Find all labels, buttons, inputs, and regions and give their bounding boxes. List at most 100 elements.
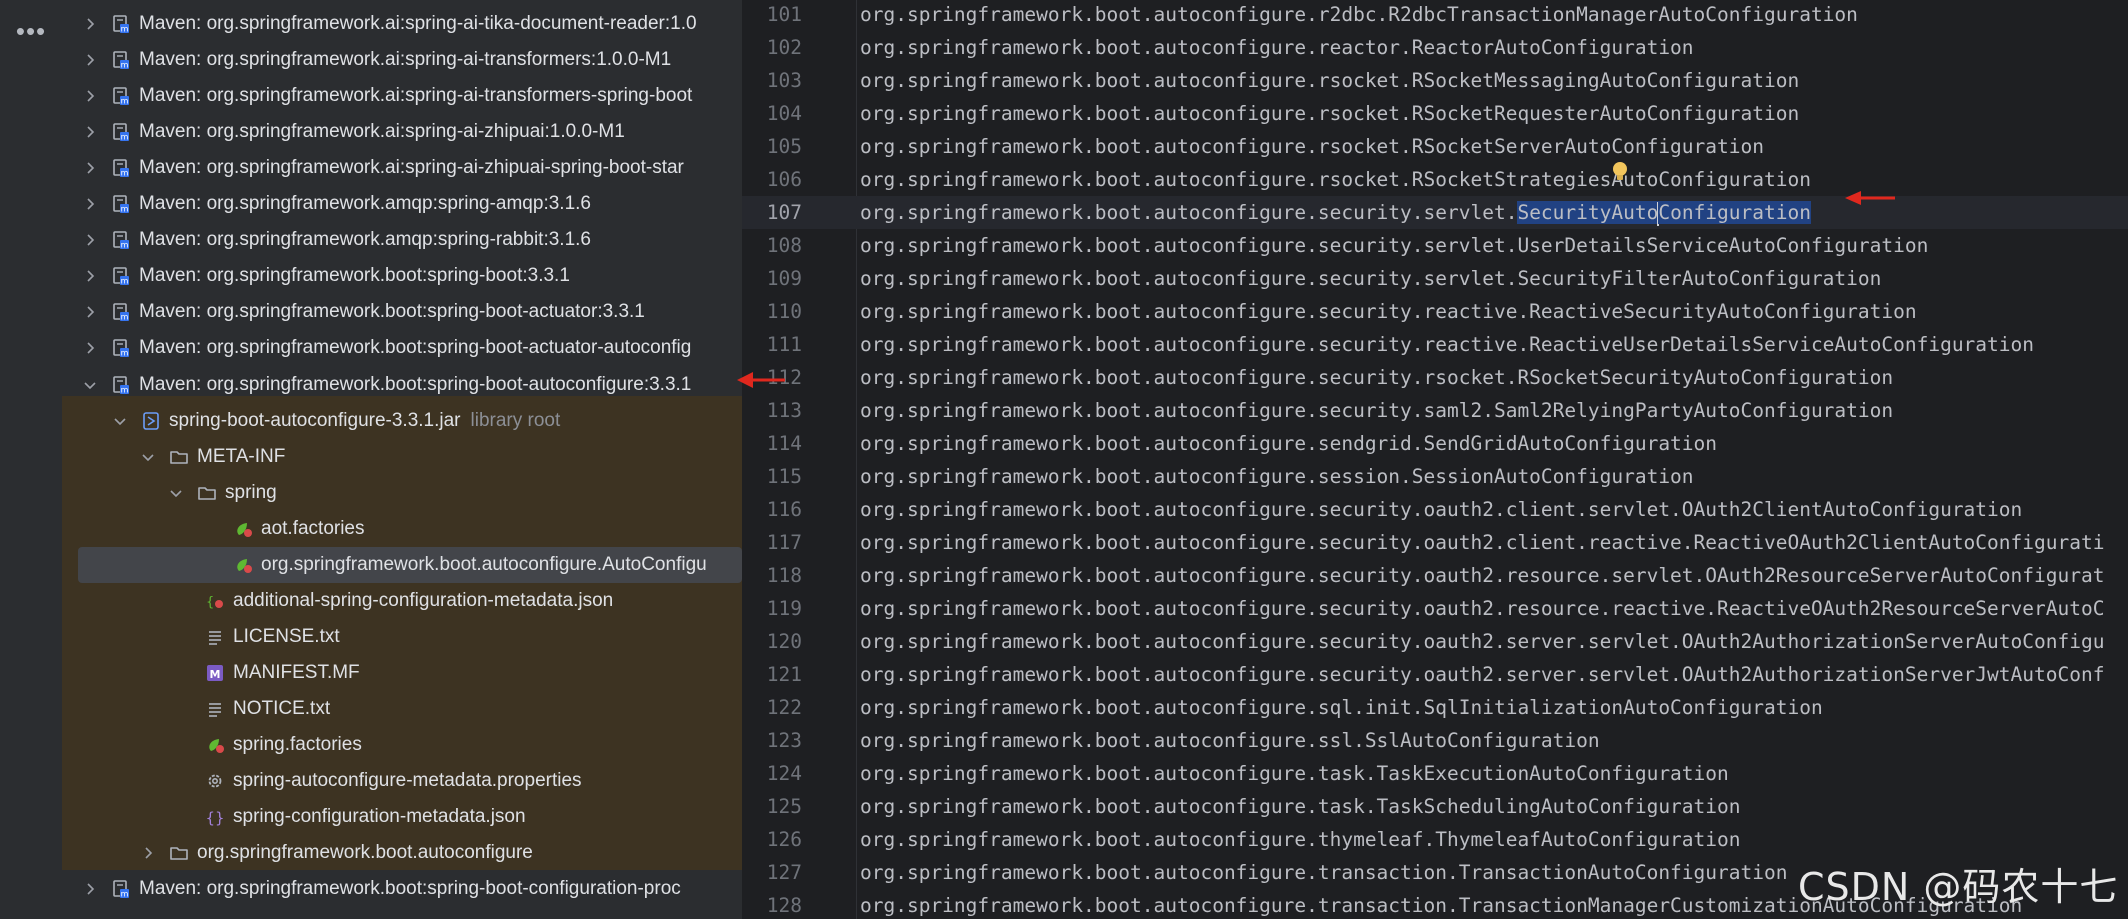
chevron-down-icon[interactable] [168,485,184,501]
library-icon: m [110,878,132,900]
code-line[interactable]: 105 org.springframework.boot.autoconfigur… [742,130,2128,163]
manifest-icon: M [204,662,226,684]
code-text-plain: org.springframework.boot.autoconfigure.t… [860,762,1729,785]
chevron-right-icon[interactable] [82,304,98,320]
code-line[interactable]: 107 org.springframework.boot.autoconfigur… [742,196,2128,229]
tree-row-label: spring [225,481,277,503]
tree-row-label: Maven: org.springframework.boot:spring-b… [139,878,681,900]
code-line[interactable]: 123 org.springframework.boot.autoconfigur… [742,724,2128,757]
json-braces-icon: {} [204,806,226,828]
code-line[interactable]: 104 org.springframework.boot.autoconfigur… [742,97,2128,130]
code-text: org.springframework.boot.autoconfigure.r… [860,0,1858,31]
svg-text:m: m [121,313,129,322]
code-line[interactable]: 110 org.springframework.boot.autoconfigur… [742,295,2128,328]
tree-row[interactable]: aot.factories [62,511,742,547]
code-line[interactable]: 109 org.springframework.boot.autoconfigur… [742,262,2128,295]
line-number: 108 [766,234,802,257]
tree-row[interactable]: {} spring-configuration-metadata.json [62,799,742,835]
library-icon: m [110,121,132,143]
tree-row-label: Maven: org.springframework.boot:spring-b… [139,337,692,359]
tree-row[interactable]: org.springframework.boot.autoconfigure.A… [78,546,742,583]
tree-row-label: spring-boot-autoconfigure-3.3.1.jar [169,409,461,431]
code-text: org.springframework.boot.autoconfigure.r… [860,31,1694,64]
code-line[interactable]: 124 org.springframework.boot.autoconfigur… [742,757,2128,790]
chevron-right-icon[interactable] [82,160,98,176]
chevron-right-icon[interactable] [82,268,98,284]
code-line[interactable]: 119 org.springframework.boot.autoconfigur… [742,592,2128,625]
code-line[interactable]: 126 org.springframework.boot.autoconfigur… [742,823,2128,856]
more-horizontal-icon[interactable]: ••• [14,16,48,46]
tree-row[interactable]: m Maven: org.springframework.amqp:spring-… [62,222,742,258]
code-line[interactable]: 118 org.springframework.boot.autoconfigur… [742,559,2128,592]
tree-row[interactable]: m Maven: org.springframework.boot:spring-… [62,258,742,294]
tree-row-label: Maven: org.springframework.ai:spring-ai-… [139,85,693,107]
chevron-down-icon[interactable] [112,413,128,429]
code-line[interactable]: 125 org.springframework.boot.autoconfigur… [742,790,2128,823]
chevron-right-icon[interactable] [140,845,156,861]
code-text: org.springframework.boot.autoconfigure.t… [860,757,1729,790]
code-line[interactable]: 116 org.springframework.boot.autoconfigur… [742,493,2128,526]
lightbulb-icon[interactable] [1610,160,1630,184]
svg-text:m: m [121,205,129,214]
tree-row[interactable]: spring-boot-autoconfigure-3.3.1.jar libra… [62,403,742,439]
tree-row[interactable]: m Maven: org.springframework.boot:spring-… [62,367,742,403]
library-icon: m [110,157,132,179]
tree-row[interactable]: M MANIFEST.MF [62,655,742,691]
text-file-icon [204,626,226,648]
tree-row[interactable]: m Maven: org.springframework.ai:spring-ai… [62,78,742,114]
code-line[interactable]: 102 org.springframework.boot.autoconfigur… [742,31,2128,64]
chevron-right-icon[interactable] [82,124,98,140]
code-line[interactable]: 115 org.springframework.boot.autoconfigur… [742,460,2128,493]
tree-row[interactable]: spring.factories [62,727,742,763]
tree-row[interactable]: NOTICE.txt [62,691,742,727]
code-line[interactable]: 117 org.springframework.boot.autoconfigur… [742,526,2128,559]
code-line[interactable]: 113 org.springframework.boot.autoconfigur… [742,394,2128,427]
line-number: 124 [766,762,802,785]
code-line[interactable]: 121 org.springframework.boot.autoconfigur… [742,658,2128,691]
svg-text:{}: {} [205,809,224,827]
tree-row[interactable]: {additional-spring-configuration-metadat… [62,583,742,619]
code-line[interactable]: 108 org.springframework.boot.autoconfigur… [742,229,2128,262]
tree-row[interactable]: m Maven: org.springframework.ai:spring-ai… [62,6,742,42]
tree-row[interactable]: m Maven: org.springframework.ai:spring-ai… [62,42,742,78]
code-line[interactable]: 112 org.springframework.boot.autoconfigur… [742,361,2128,394]
code-line[interactable]: 101 org.springframework.boot.autoconfigur… [742,0,2128,31]
code-text: org.springframework.boot.autoconfigure.s… [860,658,2104,691]
code-line[interactable]: 114 org.springframework.boot.autoconfigur… [742,427,2128,460]
line-number: 113 [766,399,802,422]
tree-row[interactable]: m Maven: org.springframework.boot:spring-… [62,871,742,907]
chevron-down-icon[interactable] [140,449,156,465]
chevron-down-icon[interactable] [82,377,98,393]
tree-row[interactable]: LICENSE.txt [62,619,742,655]
tree-row[interactable]: META-INF [62,439,742,475]
chevron-right-icon[interactable] [82,340,98,356]
tree-row-label: org.springframework.boot.autoconfigure.A… [261,553,707,575]
code-line[interactable]: 106 org.springframework.boot.autoconfigur… [742,163,2128,196]
tree-row[interactable]: m Maven: org.springframework.boot:spring-… [62,330,742,366]
chevron-right-icon[interactable] [82,881,98,897]
tree-row[interactable]: m Maven: org.springframework.ai:spring-ai… [62,114,742,150]
tree-row[interactable]: m Maven: org.springframework.ai:spring-ai… [62,150,742,186]
code-text: org.springframework.boot.autoconfigure.r… [860,163,1811,196]
chevron-right-icon[interactable] [82,232,98,248]
tree-row[interactable]: spring [62,475,742,511]
code-line[interactable]: 120 org.springframework.boot.autoconfigur… [742,625,2128,658]
chevron-right-icon[interactable] [82,88,98,104]
svg-text:m: m [121,890,129,899]
code-text-plain: org.springframework.boot.autoconfigure.s… [860,399,1894,422]
code-line[interactable]: 111 org.springframework.boot.autoconfigur… [742,328,2128,361]
chevron-right-icon[interactable] [82,52,98,68]
tree-row[interactable]: m Maven: org.springframework.boot:spring-… [62,294,742,330]
line-number: 118 [766,564,802,587]
tree-row[interactable]: m Maven: org.springframework.amqp:spring-… [62,186,742,222]
tree-row[interactable]: spring-autoconfigure-metadata.properties [62,763,742,799]
code-line[interactable]: 103 org.springframework.boot.autoconfigur… [742,64,2128,97]
code-line[interactable]: 122 org.springframework.boot.autoconfigur… [742,691,2128,724]
chevron-right-icon[interactable] [82,16,98,32]
tree-row[interactable]: org.springframework.boot.autoconfigure [62,835,742,871]
chevron-right-icon[interactable] [82,196,98,212]
line-number: 104 [766,102,802,125]
code-editor[interactable]: 101 org.springframework.boot.autoconfigur… [742,0,2128,919]
